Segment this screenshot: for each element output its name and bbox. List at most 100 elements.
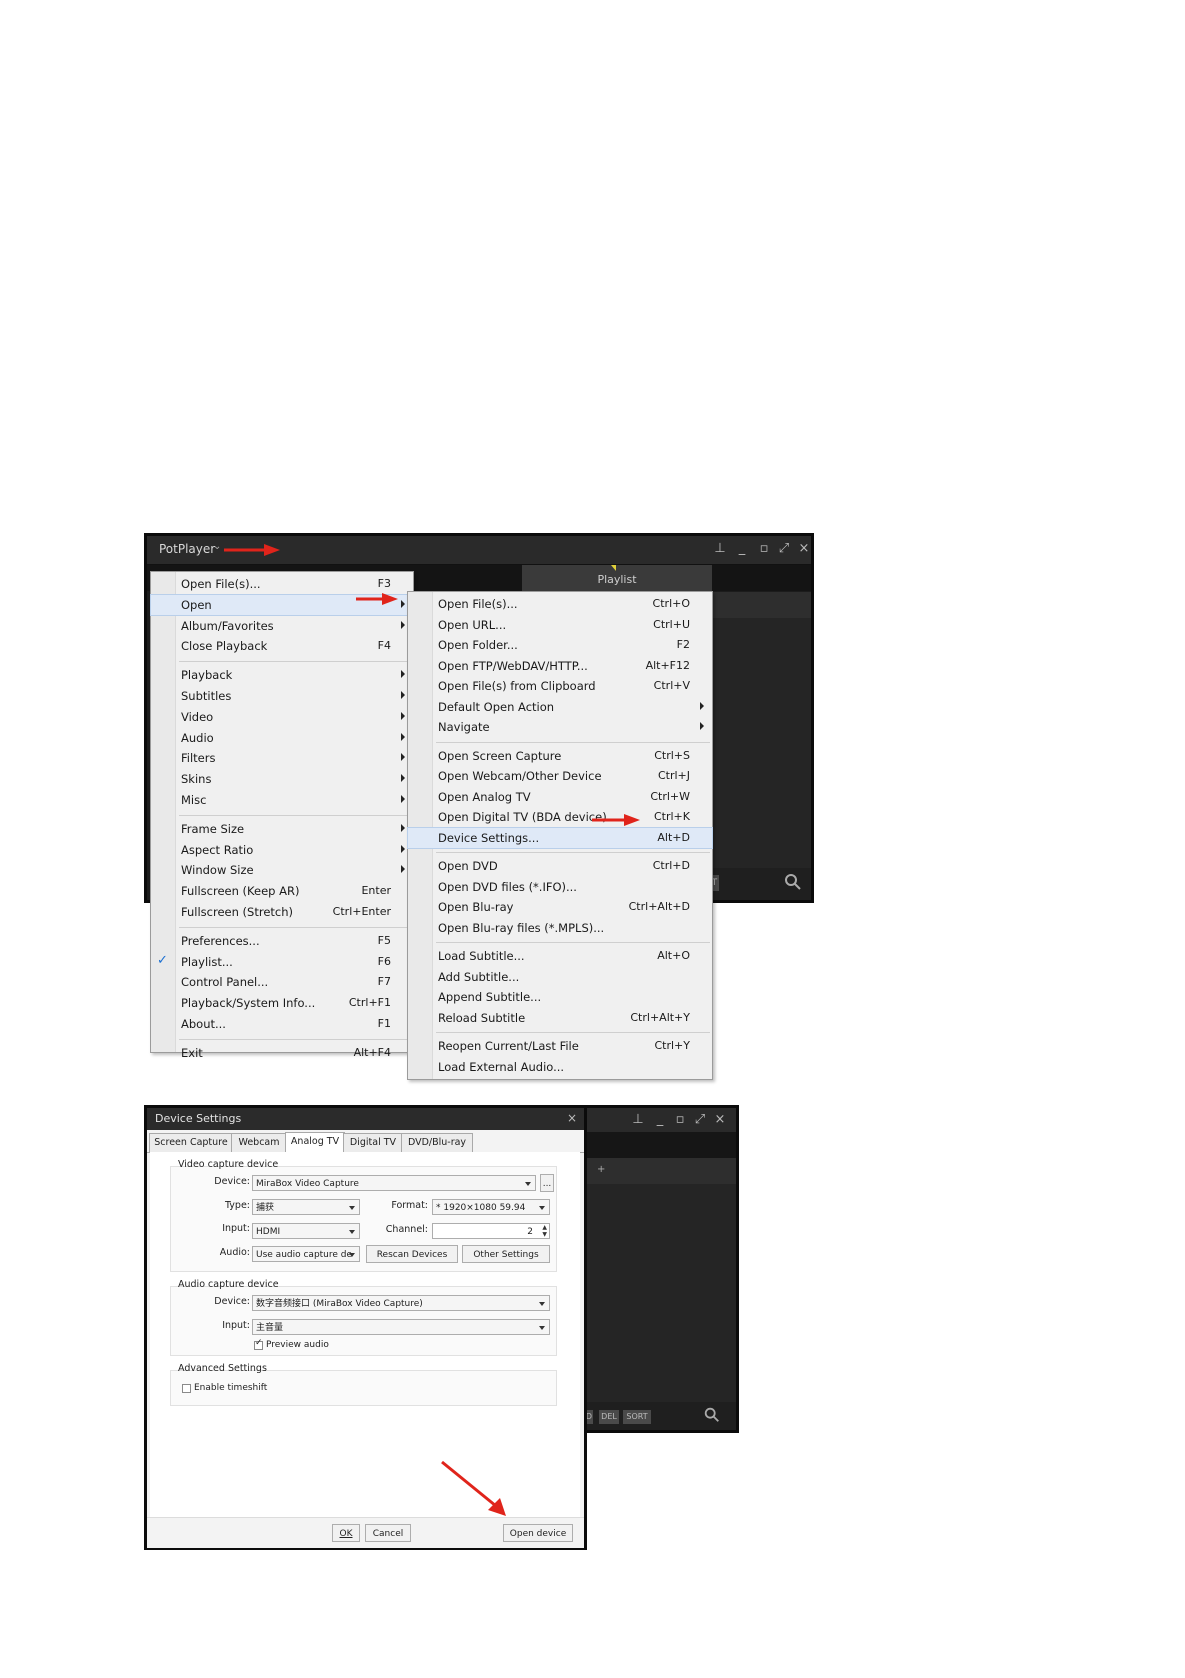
menu-item-open-dvd-files-ifo[interactable]: Open DVD files (*.IFO)...: [408, 877, 712, 897]
menu-item-open-dvd[interactable]: Open DVD Ctrl+D: [408, 856, 712, 876]
menu-item-open-url[interactable]: Open URL... Ctrl+U: [408, 615, 712, 635]
submenu-arrow-icon: [401, 774, 405, 783]
menu-item-label: Filters: [181, 751, 216, 766]
chevron-down-icon: [539, 1302, 545, 1306]
rescan-devices-button[interactable]: Rescan Devices: [366, 1245, 458, 1263]
audio-input-select[interactable]: 主音量: [252, 1319, 550, 1335]
close-icon[interactable]: ×: [567, 1111, 577, 1125]
minimize-icon[interactable]: _: [733, 541, 751, 556]
tab-playlist[interactable]: Playlist: [522, 565, 712, 591]
menu-item-label: Open Folder...: [438, 638, 518, 652]
menu-item-playlist[interactable]: ✓ Playlist... F6: [151, 952, 413, 972]
menu-item-open-blu-ray-files-mpls[interactable]: Open Blu-ray files (*.MPLS)...: [408, 918, 712, 938]
checkmark-icon: ✓: [255, 1338, 263, 1348]
menu-item-load-external-audio[interactable]: Load External Audio...: [408, 1057, 712, 1077]
menu-item-shortcut: F6: [377, 954, 391, 968]
menu-item-fullscreen-stretch[interactable]: Fullscreen (Stretch) Ctrl+Enter: [151, 902, 413, 922]
stepper-arrows-icon[interactable]: ▲ ▼: [542, 1224, 547, 1238]
playlist-body[interactable]: [581, 1184, 736, 1402]
menu-item-shortcut: Ctrl+U: [653, 617, 690, 631]
menu-item-open-screen-capture[interactable]: Open Screen Capture Ctrl+S: [408, 746, 712, 766]
menu-item-playback-system-info[interactable]: Playback/System Info... Ctrl+F1: [151, 993, 413, 1013]
menu-item-control-panel[interactable]: Control Panel... F7: [151, 972, 413, 992]
sort-button[interactable]: SORT: [623, 1410, 651, 1424]
menu-item-navigate[interactable]: Navigate: [408, 717, 712, 737]
minimize-icon[interactable]: _: [651, 1112, 669, 1127]
menu-item-audio[interactable]: Audio: [151, 728, 413, 748]
menu-item-misc[interactable]: Misc: [151, 790, 413, 810]
menu-item-window-size[interactable]: Window Size: [151, 860, 413, 880]
menu-item-aspect-ratio[interactable]: Aspect Ratio: [151, 840, 413, 860]
menu-item-video[interactable]: Video: [151, 707, 413, 727]
tab-webcam[interactable]: Webcam: [231, 1133, 287, 1153]
menu-item-reload-subtitle[interactable]: Reload Subtitle Ctrl+Alt+Y: [408, 1008, 712, 1028]
submenu-arrow-icon: [401, 753, 405, 762]
menu-item-open-digital-tv-bda-device[interactable]: Open Digital TV (BDA device) Ctrl+K: [408, 807, 712, 827]
menu-item-subtitles[interactable]: Subtitles: [151, 686, 413, 706]
menu-item-open-webcam-other-device[interactable]: Open Webcam/Other Device Ctrl+J: [408, 766, 712, 786]
tab-screen-capture[interactable]: Screen Capture: [149, 1133, 233, 1153]
chevron-down-icon[interactable]: ⌄: [213, 541, 221, 552]
menu-item-open-file-s-from-clipboard[interactable]: Open File(s) from Clipboard Ctrl+V: [408, 676, 712, 696]
menu-item-fullscreen-keep-ar[interactable]: Fullscreen (Keep AR) Enter: [151, 881, 413, 901]
preview-audio-checkbox[interactable]: ✓: [254, 1338, 263, 1350]
maximize-icon[interactable]: ▫: [755, 541, 773, 556]
menu-item-default-open-action[interactable]: Default Open Action: [408, 697, 712, 717]
menu-item-append-subtitle[interactable]: Append Subtitle...: [408, 987, 712, 1007]
search-icon[interactable]: [703, 1406, 721, 1424]
menu-item-preferences[interactable]: Preferences... F5: [151, 931, 413, 951]
tab-dvd-bluray[interactable]: DVD/Blu-ray: [401, 1133, 473, 1153]
app-menu-button[interactable]: PotPlayer: [159, 542, 215, 556]
format-select[interactable]: * 1920×1080 59.94: [432, 1199, 550, 1215]
audio-input-value: 主音量: [256, 1323, 284, 1333]
fullscreen-icon[interactable]: ⤢: [775, 541, 793, 556]
pin-icon[interactable]: ⊥: [629, 1112, 647, 1127]
menu-item-load-subtitle[interactable]: Load Subtitle... Alt+O: [408, 946, 712, 966]
search-icon[interactable]: [783, 872, 803, 892]
menu-item-label: Load Subtitle...: [438, 949, 525, 963]
type-select[interactable]: 捕获: [252, 1199, 360, 1215]
other-settings-button[interactable]: Other Settings: [462, 1245, 550, 1263]
open-device-button[interactable]: Open device: [503, 1524, 573, 1542]
menu-item-about[interactable]: About... F1: [151, 1014, 413, 1034]
menu-item-label: Subtitles: [181, 689, 232, 703]
close-icon[interactable]: ×: [711, 1112, 729, 1127]
device-label: Device:: [214, 1296, 250, 1307]
close-icon[interactable]: ×: [795, 541, 813, 556]
menu-item-device-settings[interactable]: Device Settings... Alt+D: [407, 826, 713, 849]
maximize-icon[interactable]: ▫: [671, 1112, 689, 1127]
menu-item-exit[interactable]: Exit Alt+F4: [151, 1043, 413, 1063]
browse-button[interactable]: ...: [540, 1174, 554, 1192]
pin-icon[interactable]: ⊥: [711, 541, 729, 556]
ok-button[interactable]: OK: [332, 1524, 360, 1542]
tab-analog-tv[interactable]: Analog TV: [285, 1132, 345, 1154]
input-label: Input:: [222, 1320, 250, 1331]
menu-item-open-blu-ray[interactable]: Open Blu-ray Ctrl+Alt+D: [408, 897, 712, 917]
audio-source-select[interactable]: Use audio capture de: [252, 1246, 360, 1262]
input-select[interactable]: HDMI: [252, 1223, 360, 1239]
channel-stepper[interactable]: 2 ▲ ▼: [432, 1223, 550, 1239]
menu-item-filters[interactable]: Filters: [151, 748, 413, 768]
menu-item-album-favorites[interactable]: Album/Favorites: [151, 616, 413, 636]
audio-device-value: 数字音频接口 (MiraBox Video Capture): [256, 1299, 423, 1309]
audio-device-select[interactable]: 数字音频接口 (MiraBox Video Capture): [252, 1295, 550, 1311]
menu-item-close-playback[interactable]: Close Playback F4: [151, 636, 413, 656]
menu-item-add-subtitle[interactable]: Add Subtitle...: [408, 967, 712, 987]
enable-timeshift-checkbox[interactable]: [182, 1384, 191, 1393]
menu-item-open-folder[interactable]: Open Folder... F2: [408, 635, 712, 655]
menu-item-open-file-s[interactable]: Open File(s)... F3: [151, 574, 413, 594]
menu-item-skins[interactable]: Skins: [151, 769, 413, 789]
tab-digital-tv[interactable]: Digital TV: [343, 1133, 403, 1153]
menu-item-open-file-s[interactable]: Open File(s)... Ctrl+O: [408, 594, 712, 614]
video-device-select[interactable]: MiraBox Video Capture: [252, 1175, 536, 1191]
add-tab-button[interactable]: +: [597, 1164, 605, 1175]
menu-item-reopen-current-last-file[interactable]: Reopen Current/Last File Ctrl+Y: [408, 1036, 712, 1056]
menu-item-frame-size[interactable]: Frame Size: [151, 819, 413, 839]
cancel-button[interactable]: Cancel: [365, 1524, 411, 1542]
delete-button[interactable]: DEL: [599, 1410, 619, 1424]
menu-item-label: Device Settings...: [438, 830, 540, 845]
menu-item-playback[interactable]: Playback: [151, 665, 413, 685]
menu-item-open-analog-tv[interactable]: Open Analog TV Ctrl+W: [408, 787, 712, 807]
fullscreen-icon[interactable]: ⤢: [691, 1112, 709, 1127]
menu-item-open-ftp-webdav-http[interactable]: Open FTP/WebDAV/HTTP... Alt+F12: [408, 656, 712, 676]
